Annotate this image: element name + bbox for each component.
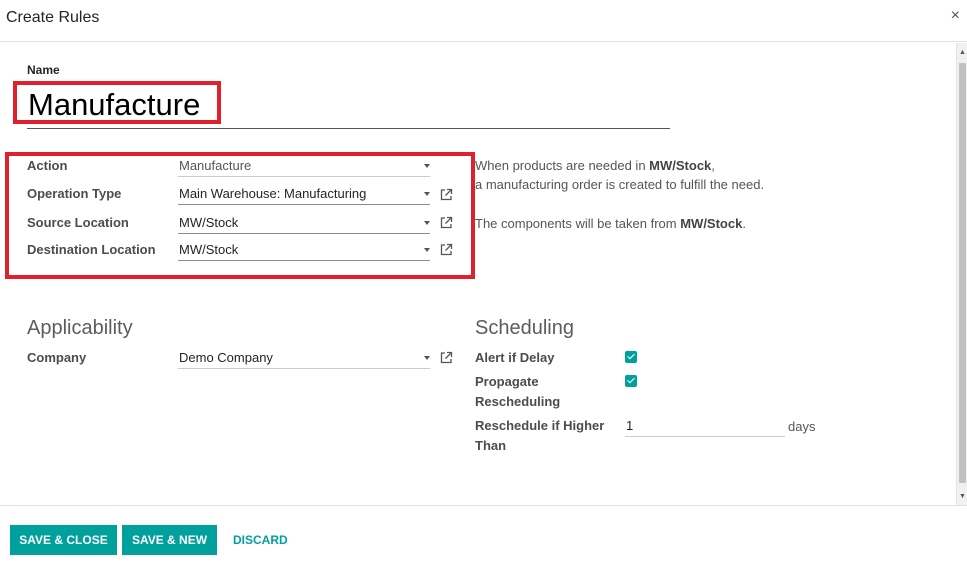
company-select[interactable]: Demo Company [178,349,430,369]
discard-button[interactable]: DISCARD [233,525,288,555]
highlight-box-fields [5,152,475,279]
scroll-down-icon[interactable]: ▼ [958,493,967,501]
dialog-body: Name Manufacture Action Manufacture Oper… [0,43,967,505]
help-line1-location: MW/Stock [649,158,712,173]
propagate-label-1: Propagate [475,374,539,389]
reschedule-label-1: Reschedule if Higher [475,418,605,433]
help-line1-post: , [711,158,715,173]
help-line1-pre: When products are needed in [475,158,650,173]
reschedule-unit: days [788,419,816,434]
name-underline [27,128,670,129]
help-line3-location: MW/Stock [680,216,743,231]
reschedule-input[interactable]: 1 [625,417,785,437]
save-new-button[interactable]: SAVE & NEW [122,525,217,555]
help-text-need: When products are needed in MW/Stock, a … [475,156,764,194]
alert-if-delay-checkbox[interactable] [625,351,637,363]
company-label: Company [27,350,87,365]
reschedule-value: 1 [626,418,634,433]
vertical-scrollbar[interactable]: ▲ ▼ [956,43,967,505]
company-value: Demo Company [179,350,273,365]
help-line3-pre: The components will be taken from [475,216,681,231]
dialog-header: Create Rules × [0,0,967,42]
close-icon[interactable]: × [951,7,960,25]
dialog-title: Create Rules [6,9,100,26]
save-close-button[interactable]: SAVE & CLOSE [10,525,117,555]
scroll-up-icon[interactable]: ▲ [958,49,967,57]
applicability-heading: Applicability [27,317,133,339]
propagate-rescheduling-checkbox[interactable] [625,375,637,387]
chevron-down-icon [424,356,430,360]
alert-if-delay-label: Alert if Delay [475,350,555,365]
create-rules-dialog: Create Rules × Name Manufacture Action M… [0,0,967,563]
highlight-box-name [13,81,221,124]
help-line2: a manufacturing order is created to fulf… [475,177,765,192]
propagate-label-2: Rescheduling [475,394,561,409]
scrollbar-thumb[interactable] [959,63,966,483]
dialog-footer: SAVE & CLOSE SAVE & NEW DISCARD [0,505,967,563]
help-line3-post: . [742,216,746,231]
name-label: Name [27,63,60,77]
scheduling-heading: Scheduling [475,317,574,339]
help-text-components: The components will be taken from MW/Sto… [475,214,746,233]
external-link-icon[interactable] [440,351,453,364]
reschedule-label-2: Than [475,438,507,453]
